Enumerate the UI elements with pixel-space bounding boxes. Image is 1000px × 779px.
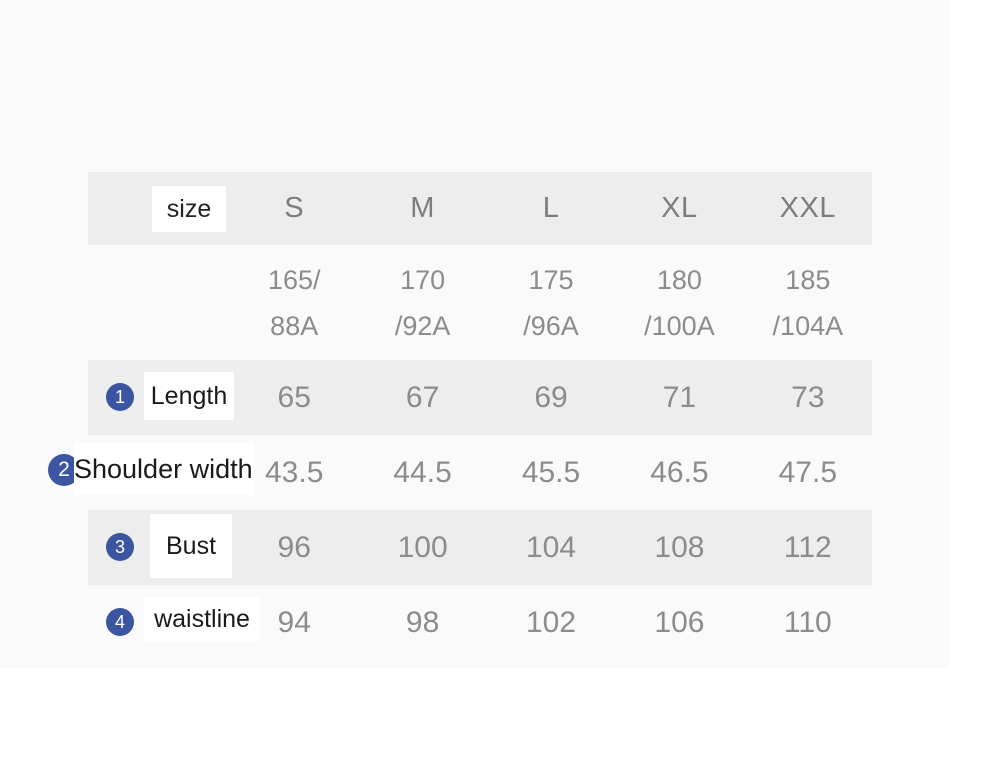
row-label-cell-waistline: 4 waistline — [88, 585, 260, 660]
spec-l-line1: 175 — [528, 264, 574, 295]
cell-shoulder-width-l: 45.5 — [521, 455, 581, 489]
spec-m-line1: 170 — [400, 264, 446, 295]
cell-length-m: 67 — [405, 380, 440, 414]
spec-s-line2: 88A — [270, 310, 319, 341]
row-label-cell-length: 1 Length — [88, 360, 234, 435]
spec-xxl-line2: /104A — [772, 310, 844, 341]
cell-bust-xl: 108 — [654, 530, 705, 564]
table-header-row: size S M L XL XXL — [88, 172, 872, 245]
row-label-bust: Bust — [150, 514, 232, 578]
spec-xl-line2: /100A — [644, 310, 715, 341]
cell-waistline-xxl: 110 — [783, 605, 832, 639]
table-row: 1 Length 65 67 69 71 73 — [88, 360, 872, 435]
column-header-xl: XL — [661, 192, 698, 224]
row-label-waistline: waistline — [144, 597, 260, 641]
cell-length-s: 65 — [277, 380, 311, 414]
spec-cell-l: 175 /96A — [487, 257, 615, 349]
column-header-xxl: XXL — [779, 192, 836, 224]
spec-m-line2: /92A — [394, 310, 451, 341]
table-row: 4 waistline 94 98 102 106 110 — [88, 585, 872, 660]
cell-bust-m: 100 — [397, 530, 448, 564]
cell-bust-s: 96 — [277, 530, 311, 564]
cell-shoulder-width-xl: 46.5 — [650, 455, 709, 489]
size-label-chip: size — [152, 186, 226, 232]
spec-l-line2: /96A — [523, 310, 579, 341]
row-label-cell-shoulder-width: 2 Shoulder width — [48, 435, 254, 510]
size-chart-table: size S M L XL XXL 165/ 88A 170 /92A 175 … — [48, 172, 872, 660]
page: size S M L XL XXL 165/ 88A 170 /92A 175 … — [0, 0, 1000, 779]
cell-shoulder-width-m: 44.5 — [393, 455, 452, 489]
column-header-s: S — [284, 192, 305, 224]
column-header-l: L — [542, 192, 560, 224]
cell-length-xxl: 73 — [791, 380, 825, 414]
table-row: 3 Bust 96 100 104 108 112 — [88, 510, 872, 585]
header-corner-cell: size — [88, 172, 230, 245]
spec-xl-line1: 180 — [656, 264, 702, 295]
cell-length-xl: 71 — [662, 380, 697, 414]
cell-waistline-m: 98 — [405, 605, 440, 639]
spec-cell-s: 165/ 88A — [230, 257, 358, 349]
cell-bust-l: 104 — [525, 530, 577, 564]
cell-waistline-l: 102 — [525, 605, 577, 639]
spec-row-label-cell — [88, 245, 230, 360]
cell-length-l: 69 — [534, 380, 568, 414]
spec-xxl-line1: 185 — [785, 264, 831, 295]
cell-waistline-xl: 106 — [654, 605, 705, 639]
spec-cell-xxl: 185 /104A — [744, 257, 872, 349]
spec-cell-m: 170 /92A — [358, 257, 486, 349]
row-label-shoulder-width: Shoulder width — [74, 443, 254, 495]
table-spec-row: 165/ 88A 170 /92A 175 /96A 180 /100A 185… — [88, 245, 872, 360]
spec-s-line1: 165/ — [267, 264, 321, 295]
cell-bust-xxl: 112 — [783, 530, 832, 564]
cell-shoulder-width-xxl: 47.5 — [778, 455, 838, 489]
row-label-length: Length — [144, 372, 234, 420]
row-label-cell-bust: 3 Bust — [88, 510, 232, 585]
number-badge-icon: 1 — [106, 383, 134, 411]
column-header-m: M — [410, 192, 435, 224]
table-row: 2 Shoulder width 43.5 44.5 45.5 46.5 47.… — [48, 435, 872, 510]
spec-cell-xl: 180 /100A — [615, 257, 743, 349]
number-badge-icon: 3 — [106, 533, 134, 561]
number-badge-icon: 4 — [106, 608, 134, 636]
